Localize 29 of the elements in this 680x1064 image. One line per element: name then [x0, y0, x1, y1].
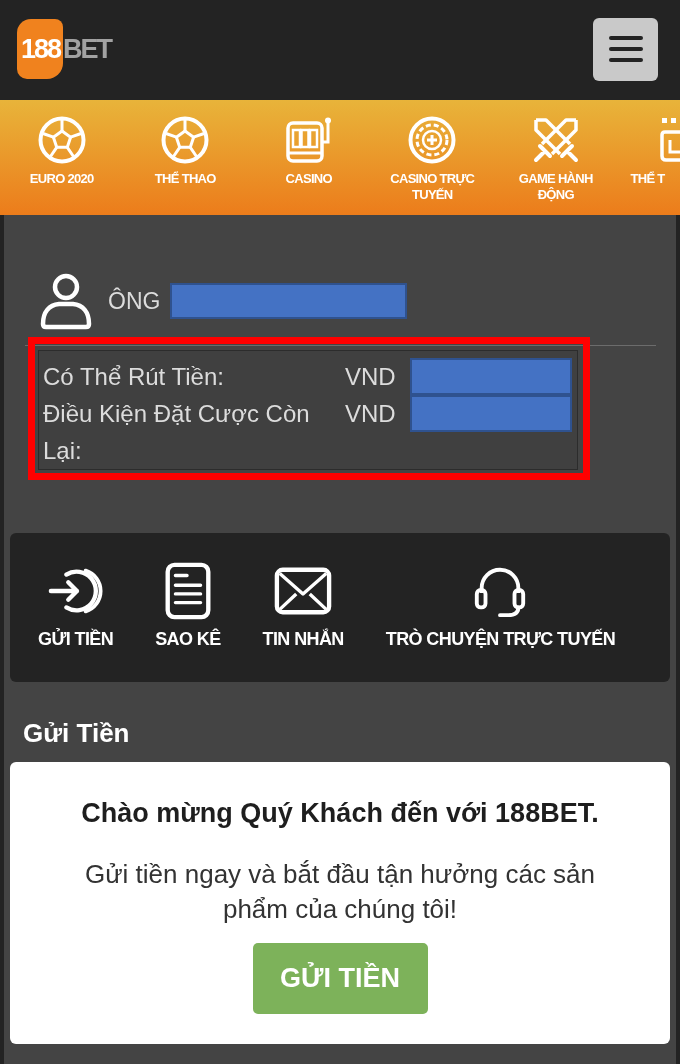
logo-mark[interactable]: 188: [17, 19, 64, 79]
category-link[interactable]: THỂ T: [617, 116, 680, 215]
soccer-ball-icon: [161, 116, 210, 164]
live-chat-button[interactable]: TRÒ CHUYỆN TRỰC TUYẾN: [385, 562, 616, 649]
soccer-ball-icon: [37, 116, 86, 164]
messages-button[interactable]: TIN NHẮN: [262, 562, 344, 649]
category-link[interactable]: THỂ THAO: [123, 116, 247, 215]
menu-icon: [608, 36, 643, 62]
slot-machine-icon: [284, 116, 333, 164]
balance-label: Có Thể Rút Tiền:: [43, 362, 224, 392]
category-link[interactable]: CASINO TRỰC TUYẾN: [370, 116, 494, 215]
balance-label: Điều Kiện Đặt Cược Còn Lại:: [43, 399, 311, 466]
deposit-button[interactable]: GỬI TIỀN: [252, 943, 428, 1014]
account-name: ÔNG: [108, 287, 161, 315]
section-heading: Gửi Tiền: [23, 717, 130, 749]
tile-icon: [659, 116, 680, 164]
welcome-text: Gửi tiền ngay và bắt đầu tận hưởng các sản phẩm của chúng tôi!: [83, 858, 597, 926]
casino-chip-icon: [408, 116, 457, 164]
logo-text[interactable]: BET: [63, 34, 112, 64]
currency-label: VND: [345, 362, 396, 392]
welcome-title: Chào mừng Quý Khách đến với 188BET.: [81, 798, 599, 828]
category-link[interactable]: CASINO: [247, 116, 371, 215]
category-link[interactable]: EURO 2020: [0, 116, 124, 215]
menu-button[interactable]: [593, 17, 658, 81]
crossed-swords-icon: [531, 116, 580, 164]
statement-button[interactable]: SAO KÊ: [155, 562, 221, 649]
category-link[interactable]: GAME HÀNH ĐỘNG: [494, 116, 618, 215]
deposit-button[interactable]: GỬI TIỀN: [38, 562, 114, 649]
currency-label: VND: [345, 399, 396, 429]
